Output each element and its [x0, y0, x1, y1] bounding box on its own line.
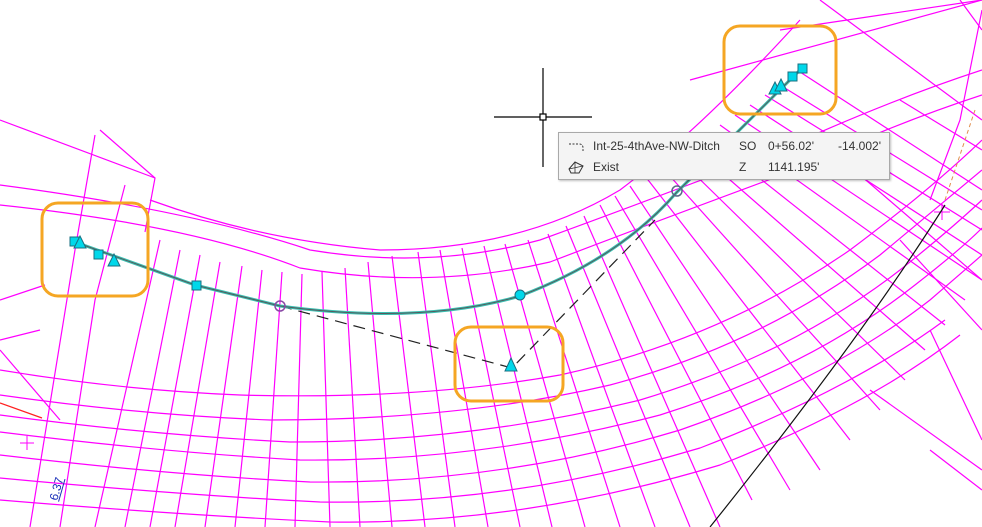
elevation-triangle-grip[interactable] [73, 77, 788, 372]
dashed-orange-line [944, 109, 976, 201]
grip-square[interactable] [191, 280, 202, 291]
elevation-code: Z [739, 160, 747, 174]
elevation-value: 1141.195' [768, 160, 820, 174]
station-value: 0+56.02' [768, 139, 815, 153]
drawing-canvas[interactable] [0, 0, 982, 527]
surface-name: Exist [593, 160, 620, 174]
grip-circle[interactable] [514, 289, 526, 301]
surface-icon [568, 161, 584, 174]
tooltip-row-surface: Exist Z 1141.195' [559, 157, 889, 177]
grip-square[interactable] [797, 63, 808, 74]
highlight-box [722, 24, 838, 116]
dashed-link-line [279, 219, 656, 369]
alignment-name: Int-25-4thAve-NW-Ditch [593, 139, 720, 153]
tooltip-row-alignment: Int-25-4thAve-NW-Ditch SO 0+56.02' -14.0… [559, 136, 889, 156]
offset-value: -14.002' [838, 139, 881, 153]
point-marker-left [20, 436, 34, 450]
grip-square[interactable] [787, 71, 798, 82]
station-offset-code: SO [739, 139, 757, 153]
object-info-tooltip: Int-25-4thAve-NW-Ditch SO 0+56.02' -14.0… [558, 132, 890, 180]
grip-square[interactable] [93, 249, 104, 260]
alignment-line-icon [569, 143, 584, 151]
